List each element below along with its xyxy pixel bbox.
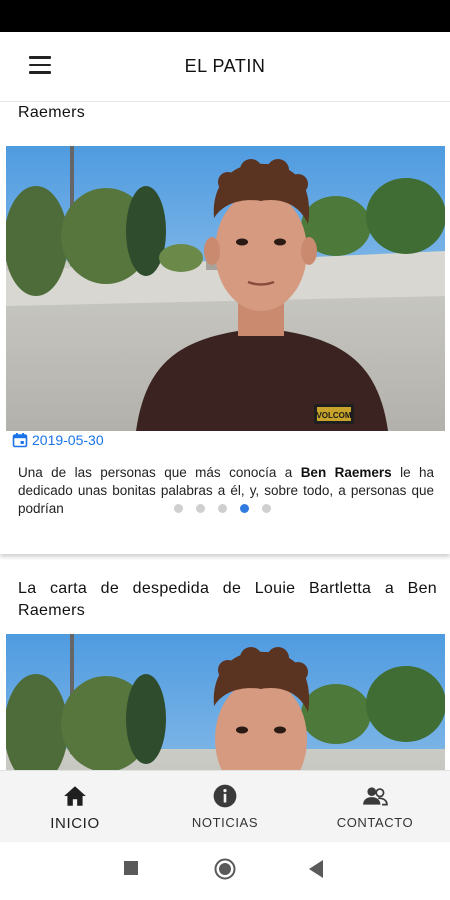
nav-item-label: INICIO <box>50 815 100 832</box>
contacts-icon <box>363 787 388 806</box>
status-bar <box>0 0 450 32</box>
news-card-title[interactable]: La carta de despedida de Louie Bartletta… <box>0 102 450 124</box>
news-card-image[interactable]: VOLCOM <box>6 146 445 431</box>
nav-item-label: NOTICIAS <box>191 815 259 830</box>
excerpt-highlight: Ben Raemers <box>300 465 392 480</box>
nav-item-contacto[interactable]: CONTACTO <box>300 771 450 842</box>
carousel-indicator[interactable] <box>174 504 271 513</box>
app-title: EL PATIN <box>184 56 266 76</box>
date-row: 2019-05-30 <box>12 432 104 448</box>
system-navigation-bar <box>0 842 450 900</box>
menu-icon[interactable] <box>22 56 58 80</box>
carousel-dot[interactable] <box>174 504 183 513</box>
carousel-dot[interactable] <box>196 504 205 513</box>
news-card[interactable]: La carta de despedida de Louie Bartletta… <box>0 572 450 770</box>
home-circle-icon[interactable] <box>214 858 236 880</box>
news-card-date: 2019-05-30 <box>32 432 104 448</box>
app-bar: EL PATIN <box>0 32 450 102</box>
skater-portrait-image <box>6 634 445 770</box>
nav-item-inicio[interactable]: INICIO <box>0 771 150 842</box>
carousel-dot[interactable] <box>218 504 227 513</box>
news-card[interactable]: La carta de despedida de Louie Bartletta… <box>0 102 450 554</box>
home-icon <box>64 786 86 806</box>
nav-item-label: CONTACTO <box>336 815 414 830</box>
excerpt-text: Una de las personas que más conocía a <box>18 465 301 480</box>
news-feed[interactable]: La carta de despedida de Louie Bartletta… <box>0 102 450 770</box>
recent-apps-icon[interactable] <box>124 861 138 875</box>
bottom-navigation: INICIO NOTICIAS CONTACTO <box>0 770 450 842</box>
carousel-dot[interactable] <box>262 504 271 513</box>
news-card-image[interactable] <box>6 634 445 770</box>
carousel-dot-active[interactable] <box>240 504 249 513</box>
back-icon[interactable] <box>309 860 325 878</box>
news-card-title[interactable]: La carta de despedida de Louie Bartletta… <box>0 578 450 622</box>
info-icon <box>213 784 237 808</box>
nav-item-noticias[interactable]: NOTICIAS <box>150 771 300 842</box>
shirt-brand-text: VOLCOM <box>316 411 351 420</box>
skater-portrait-image: VOLCOM <box>6 146 445 431</box>
calendar-icon <box>12 433 28 448</box>
